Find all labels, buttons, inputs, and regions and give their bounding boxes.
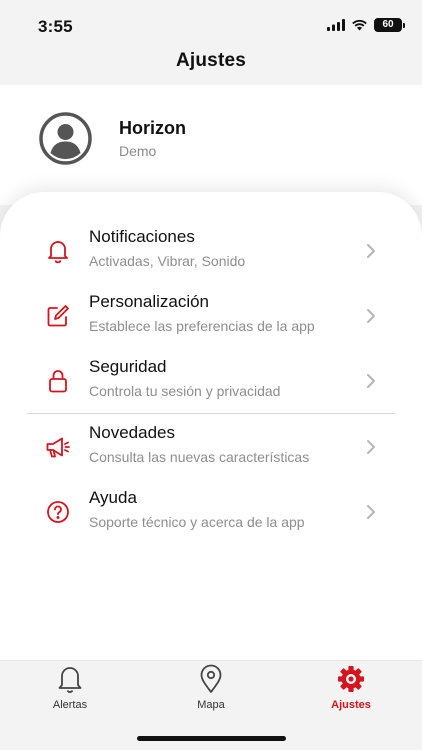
- signal-icon: [327, 19, 345, 31]
- menu-item-subtitle: Activadas, Vibrar, Sonido: [89, 253, 246, 269]
- menu-item-subtitle: Establece las preferencias de la app: [89, 318, 315, 334]
- tab-label: Ajustes: [331, 699, 371, 711]
- avatar-icon: [39, 112, 92, 165]
- chevron-right-icon: [367, 440, 375, 454]
- map-pin-icon: [200, 664, 222, 693]
- menu-item-notificaciones[interactable]: Notificaciones Activadas, Vibrar, Sonido: [0, 221, 422, 281]
- menu-item-subtitle: Soporte técnico y acerca de la app: [89, 514, 305, 530]
- settings-card: Notificaciones Activadas, Vibrar, Sonido…: [0, 192, 422, 660]
- battery-icon: 60: [374, 18, 405, 32]
- menu-item-subtitle: Consulta las nuevas características: [89, 449, 310, 465]
- chevron-right-icon: [367, 374, 375, 388]
- menu-item-novedades[interactable]: Novedades Consulta las nuevas caracterís…: [0, 417, 422, 477]
- divider: [27, 413, 395, 414]
- chevron-right-icon: [367, 244, 375, 258]
- wifi-icon: [352, 19, 367, 31]
- edit-icon: [47, 305, 69, 327]
- menu-item-title: Personalización: [89, 292, 210, 311]
- page-title: Ajustes: [175, 50, 247, 71]
- profile-section[interactable]: Horizon Demo: [0, 85, 422, 205]
- lock-icon: [49, 370, 67, 393]
- status-icons: 60: [327, 18, 405, 32]
- profile-name: Horizon: [119, 118, 186, 138]
- menu-item-personalizacion[interactable]: Personalización Establece las preferenci…: [0, 286, 422, 346]
- profile-subtitle: Demo: [119, 143, 157, 159]
- tab-alertas[interactable]: Alertas: [10, 661, 130, 721]
- help-icon: [47, 501, 69, 523]
- menu-item-title: Novedades: [89, 423, 176, 442]
- chevron-right-icon: [367, 505, 375, 519]
- menu-item-title: Seguridad: [89, 357, 167, 376]
- menu-item-seguridad[interactable]: Seguridad Controla tu sesión y privacida…: [0, 351, 422, 411]
- tab-ajustes[interactable]: Ajustes: [291, 661, 411, 721]
- home-indicator[interactable]: [137, 736, 286, 741]
- tab-label: Mapa: [197, 699, 225, 711]
- gear-icon: [338, 666, 364, 692]
- menu-item-subtitle: Controla tu sesión y privacidad: [89, 383, 281, 399]
- menu-item-ayuda[interactable]: Ayuda Soporte técnico y acerca de la app: [0, 482, 422, 542]
- bell-icon: [48, 241, 68, 264]
- megaphone-icon: [46, 437, 70, 458]
- status-time: 3:55: [38, 17, 73, 36]
- bell-icon: [58, 667, 82, 693]
- status-bar: 3:55 60: [0, 0, 422, 48]
- tab-mapa[interactable]: Mapa: [151, 661, 271, 721]
- tab-label: Alertas: [52, 699, 88, 711]
- menu-item-title: Notificaciones: [89, 227, 195, 246]
- chevron-right-icon: [367, 309, 375, 323]
- battery-level: 60: [382, 19, 394, 30]
- menu-item-title: Ayuda: [89, 488, 137, 507]
